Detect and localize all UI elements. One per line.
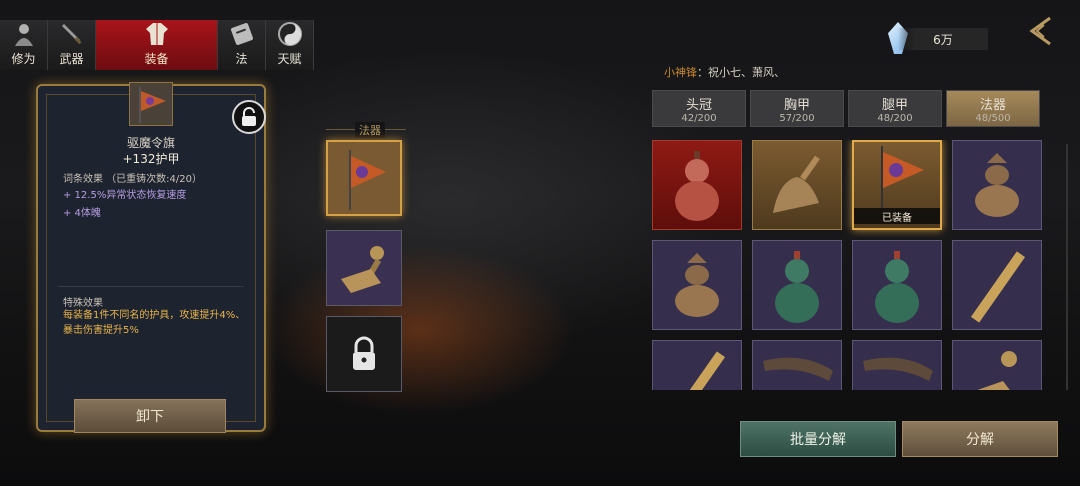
category-count: 48/500 <box>975 112 1011 124</box>
inventory-item[interactable] <box>652 340 742 390</box>
robe-icon <box>144 21 170 47</box>
tab-label: 装备 <box>144 52 169 66</box>
horn-icon <box>863 357 933 381</box>
gourd-jade-icon <box>875 251 919 323</box>
tab-legs[interactable]: 腿甲 48/200 <box>848 90 942 127</box>
set-members: ：祝小七、萧风、 <box>697 66 785 79</box>
equipped-badge: 已装备 <box>854 208 940 224</box>
yin-yang-icon <box>277 21 303 47</box>
tab-label: 法 <box>235 52 248 66</box>
tab-label: 武器 <box>59 52 84 66</box>
stat-name: 护甲 <box>155 152 180 166</box>
incense-burner-icon <box>675 253 719 317</box>
inventory-item[interactable] <box>752 340 842 390</box>
category-count: 57/200 <box>779 112 815 124</box>
detail-item-icon <box>129 82 173 126</box>
tab-weapon[interactable]: 武器 <box>48 20 96 70</box>
currency-display: 6万 <box>898 28 988 50</box>
inventory-item[interactable] <box>752 140 842 230</box>
lock-button[interactable] <box>232 100 266 134</box>
artifact-slot-locked[interactable] <box>326 316 402 392</box>
back-button[interactable] <box>1024 14 1058 48</box>
back-arrow-icon <box>1029 16 1051 46</box>
decompose-button[interactable]: 分解 <box>902 421 1058 457</box>
seal-stamp-icon <box>977 351 1017 390</box>
tab-artifact-category[interactable]: 法器 48/500 <box>946 90 1040 127</box>
tab-label: 天赋 <box>277 52 302 66</box>
padlock-icon <box>353 336 375 370</box>
item-name: 驱魔令旗 <box>126 136 175 150</box>
tab-talent[interactable]: 天赋 <box>266 20 314 70</box>
tab-chest[interactable]: 胸甲 57/200 <box>750 90 844 127</box>
category-count: 48/200 <box>877 112 913 124</box>
tab-label: 修为 <box>11 52 36 66</box>
cultivator-icon <box>11 21 37 47</box>
inventory-item-equipped[interactable]: 已装备 <box>852 140 942 230</box>
inventory-item[interactable] <box>852 240 942 330</box>
affix-title: 词条效果 （已重铸次数:4/20） <box>63 174 203 185</box>
tab-cultivation[interactable]: 修为 <box>0 20 48 70</box>
sword-icon <box>59 21 85 47</box>
tab-headgear[interactable]: 头冠 42/200 <box>652 90 746 127</box>
seal-stamp-icon <box>341 246 384 293</box>
stat-value: +132 <box>122 152 156 166</box>
incense-burner-icon <box>975 153 1019 217</box>
affix-line: + 4体魄 <box>63 208 101 219</box>
padlock-open-icon <box>242 107 256 126</box>
affix-line: + 12.5%异常状态恢复速度 <box>63 190 187 201</box>
demon-flag-icon <box>881 146 924 210</box>
category-name: 头冠 <box>685 97 712 113</box>
tab-artifact[interactable]: 法 <box>218 20 266 70</box>
tab-equipment[interactable]: 装备 <box>96 20 218 70</box>
horn-icon <box>763 357 833 381</box>
ruler-icon <box>970 251 1026 323</box>
inventory-item[interactable] <box>652 140 742 230</box>
category-name: 胸甲 <box>783 97 810 113</box>
artifact-slot-1[interactable] <box>326 140 402 216</box>
set-bonus-line: 小神锋：祝小七、萧风、 <box>664 64 785 80</box>
slot-group-label: 法器 <box>355 122 385 138</box>
inventory-item[interactable] <box>952 140 1042 230</box>
inventory-item[interactable] <box>952 340 1042 390</box>
inventory-item[interactable] <box>752 240 842 330</box>
inventory-item[interactable] <box>852 340 942 390</box>
unequip-button[interactable]: 卸下 <box>74 399 226 433</box>
currency-amount: 6万 <box>933 32 953 47</box>
inventory-scrollbar[interactable] <box>1066 144 1068 390</box>
ruler-icon <box>670 351 726 390</box>
top-tab-bar: 修为 武器 装备 法 天赋 <box>0 20 314 70</box>
inventory-item[interactable] <box>952 240 1042 330</box>
inventory-item[interactable] <box>652 240 742 330</box>
bell-icon <box>773 155 820 213</box>
scroll-icon <box>229 21 255 47</box>
category-tabs: 头冠 42/200 胸甲 57/200 腿甲 48/200 法器 48/500 <box>652 90 1040 127</box>
batch-decompose-button[interactable]: 批量分解 <box>740 421 896 457</box>
special-effect-title: 特殊效果 <box>63 298 103 309</box>
gourd-red-icon <box>675 151 719 221</box>
category-name: 腿甲 <box>881 97 908 113</box>
special-effect-text: 每装备1件不同名的护具，攻速提升4%、暴击伤害提升5% <box>63 310 246 336</box>
demon-flag-icon <box>349 150 386 210</box>
gourd-jade-icon <box>775 251 819 323</box>
category-name: 法器 <box>979 97 1006 113</box>
divider <box>58 286 244 287</box>
category-count: 42/200 <box>681 112 717 124</box>
artifact-slot-2[interactable] <box>326 230 402 306</box>
item-detail-panel: 驱魔令旗 +132护甲 词条效果 （已重铸次数:4/20） + 12.5%异常状… <box>36 82 266 432</box>
inventory-grid: 已装备 <box>652 140 1044 390</box>
set-name: 小神锋 <box>664 66 697 79</box>
item-main-stat: +132护甲 <box>38 150 264 167</box>
